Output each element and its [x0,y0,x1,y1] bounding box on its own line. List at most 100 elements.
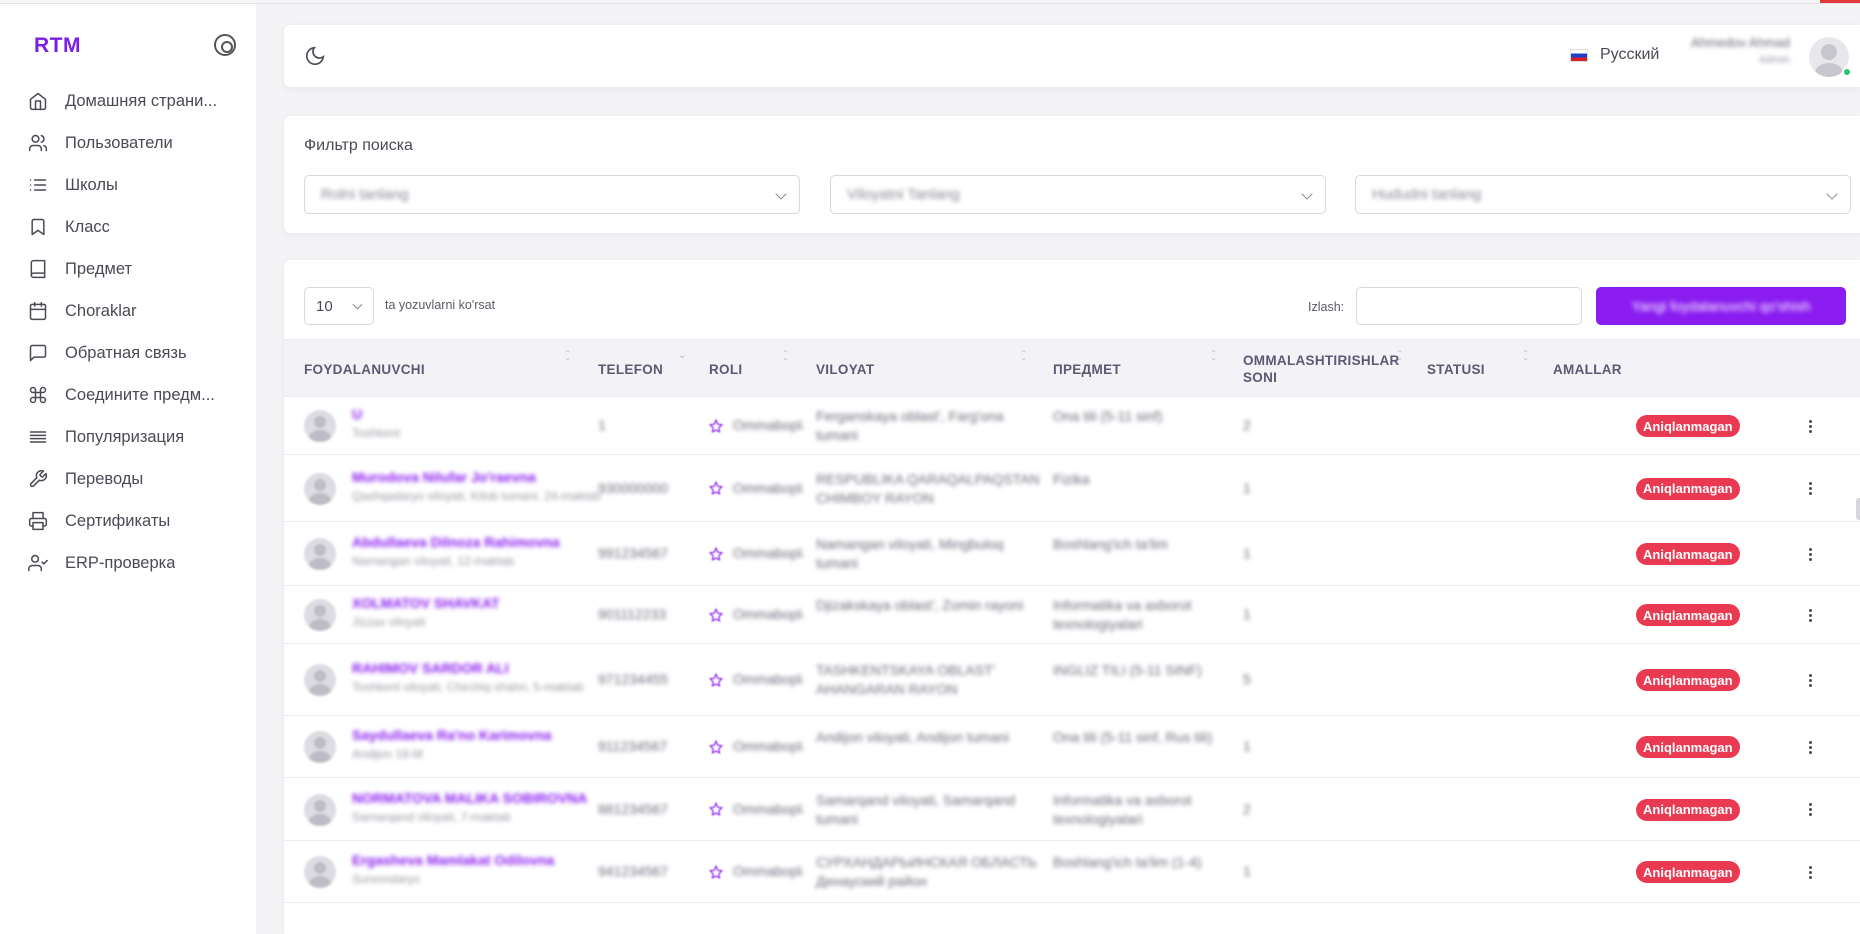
role-select[interactable]: Rolni tanlang [304,175,800,214]
column-header-count[interactable]: OMMALASHTIRISHLAR SONI [1243,340,1413,398]
sidebar-item-7[interactable]: Обратная связь [0,332,256,374]
sort-icon[interactable]: ˆˇ [1524,351,1527,369]
user-avatar [304,664,336,696]
user-school: Namangan viloyati, 12-maktab [352,554,515,568]
sidebar-item-4[interactable]: Класс [0,206,256,248]
sidebar-item-12[interactable]: ERP-проверка [0,542,256,584]
user-name-link[interactable]: RAHIMOV SARDOR ALI [352,660,509,676]
user-name-link[interactable]: XOLMATOV SHAVKAT [352,595,500,611]
language-switcher[interactable]: Русский [1570,46,1659,64]
user-name-link[interactable]: Murodova Nilufar Jo'raevna [352,469,536,485]
search-input[interactable] [1356,287,1582,325]
page-size-value: 10 [316,297,333,315]
role-label: Ommaboplashtiruvchi [733,545,803,561]
sort-icon[interactable]: ˆˇ [1022,351,1025,369]
top-edge [0,0,1860,4]
sort-icon[interactable]: ˆˇ [1212,351,1215,369]
role-label: Ommaboplashtiruvchi [733,800,803,817]
user-name-link[interactable]: Saydullaeva Ra'no Karimovna [352,727,551,743]
region-cell: TASHKENTSKAYA OBLAST' AHANGARAN RAYON [816,662,996,697]
sidebar-item-2[interactable]: Пользователи [0,122,256,164]
column-header-status[interactable]: STATUSI [1427,340,1537,398]
page-size-select[interactable]: 10 [304,287,374,325]
users-table-card: 10 ta yozuvlarni ko'rsat Izlash: Yangi f… [284,260,1860,934]
column-header-region[interactable]: VILOYAT [816,340,1036,398]
tool-icon [27,468,49,490]
more-vertical-icon[interactable] [1800,670,1820,690]
more-vertical-icon[interactable] [1800,416,1820,436]
more-vertical-icon[interactable] [1800,737,1820,757]
more-vertical-icon[interactable] [1800,479,1820,499]
role-label: Ommaboplashtiruvchi [733,738,803,754]
sidebar-item-9[interactable]: Популяризация [0,416,256,458]
dark-mode-icon[interactable] [304,45,326,67]
user-school: Qashqadaryo viloyati, Kitob tumani, 24-m… [352,488,601,503]
sidebar-item-1[interactable]: Домашняя страни... [0,80,256,122]
sidebar-item-10[interactable]: Переводы [0,458,256,500]
brand-logo[interactable]: RTM [34,34,81,58]
role-cell: Ommaboplashtiruvchi [708,416,803,435]
sidebar-item-11[interactable]: Сертификаты [0,500,256,542]
sort-icon[interactable]: ⌄ [678,351,686,361]
phone-cell: 971234455 [598,671,669,687]
sort-icon[interactable]: ˆˇ [566,351,569,369]
user-name-link[interactable]: Abdullaeva Dilnoza Rahimovna [352,534,560,550]
column-header-subject[interactable]: ПРЕДМЕТ [1053,340,1233,398]
calendar-icon [27,300,49,322]
subject-cell: Informatika va axborot texnologiyalari [1053,791,1192,827]
sidebar-toggle-icon[interactable] [214,34,236,56]
region-cell: Namangan viloyati, Mingbuloq tumani [816,536,1004,571]
sidebar-item-3[interactable]: Школы [0,164,256,206]
column-header-user[interactable]: FOYDALANUVCHI [304,340,584,398]
phone-cell: 930000000 [598,479,669,496]
status-badge: Aniqlanmagan [1636,736,1740,758]
sidebar-item-label: Пользователи [65,133,173,152]
phone-cell: 941234567 [598,863,669,879]
role-label: Ommaboplashtiruvchi [733,606,803,622]
sidebar-item-5[interactable]: Предмет [0,248,256,290]
subject-cell: Ona tili (5-11 sinf) [1053,408,1163,424]
book-icon [27,258,49,280]
filter-title: Фильтр поиска [304,137,413,154]
region-cell: Andijon viloyati, Andijon tumani [816,729,1010,745]
more-vertical-icon[interactable] [1800,605,1820,625]
column-header-actions[interactable]: AMALLAR [1553,340,1643,398]
user-avatar [304,793,336,826]
phone-cell: 1 [598,417,606,433]
district-select[interactable]: Hududni tanlang [1355,175,1851,214]
role-label: Ommaboplashtiruvchi [733,479,803,496]
user-role: Admin [1758,54,1790,66]
popularization-count-cell: 1 [1243,479,1251,496]
add-user-button[interactable]: Yangi foydalanuvchi qo'shish [1596,287,1846,325]
more-vertical-icon[interactable] [1800,800,1820,820]
bookmark-icon [27,216,49,238]
user-name-link[interactable]: NORMATOVA MALIKA SOBIROVNA [352,790,587,806]
language-label: Русский [1600,46,1660,63]
column-header-role[interactable]: ROLI [709,340,799,398]
role-cell: Ommaboplashtiruvchi [708,862,803,881]
status-badge: Aniqlanmagan [1636,415,1740,437]
region-select[interactable]: Viloyatni Tanlang [830,175,1326,214]
role-icon [708,739,724,754]
more-vertical-icon[interactable] [1800,862,1820,882]
scroll-edge-indicator [1856,498,1860,520]
table-row: XOLMATOV SHAVKAT Jizzax viloyati 901112233… [284,586,1860,644]
column-header-phone[interactable]: TELEFON [598,340,688,398]
user-info[interactable]: Ahmedov Ahmad Admin [1674,35,1790,66]
user-name-link[interactable]: U [352,406,362,422]
list-icon [27,174,49,196]
sidebar-item-8[interactable]: Соедините предм... [0,374,256,416]
user-name-link[interactable]: Ergasheva Mamlakat Odilovna [352,852,554,868]
role-label: Ommaboplashtiruvchi [733,863,803,879]
sidebar-item-6[interactable]: Choraklar [0,290,256,332]
sort-icon[interactable]: ˆˇ [1398,351,1401,369]
more-vertical-icon[interactable] [1800,544,1820,564]
russia-flag-icon [1570,48,1588,62]
role-icon [708,672,724,687]
role-icon [708,801,724,816]
sort-icon[interactable]: ˆˇ [784,351,787,369]
sidebar-item-label: Переводы [65,469,144,488]
role-icon [708,418,724,433]
role-icon [708,480,724,495]
sidebar-item-label: Домашняя страни... [65,91,218,110]
